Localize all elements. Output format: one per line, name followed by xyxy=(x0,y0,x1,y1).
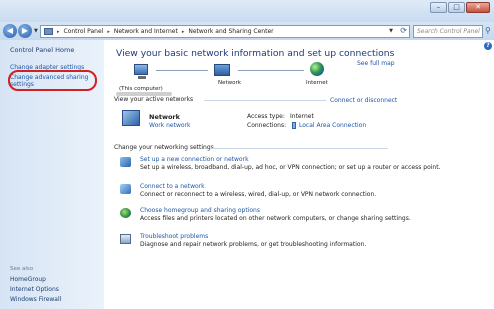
network-name: Network xyxy=(149,113,180,121)
change-networking-settings-label: Change your networking settings xyxy=(114,144,214,151)
homegroup-link[interactable]: HomeGroup xyxy=(10,276,46,283)
recent-pages-dropdown-icon[interactable]: ▼ xyxy=(34,28,38,34)
homegroup-icon xyxy=(120,208,131,218)
map-connection-line xyxy=(238,70,304,71)
windows-firewall-link[interactable]: Windows Firewall xyxy=(10,296,61,303)
task-description: Diagnose and repair network problems, or… xyxy=(140,241,367,248)
sidebar: Control Panel Home Change adapter settin… xyxy=(0,40,104,309)
task-description: Access files and printers located on oth… xyxy=(140,215,411,222)
network-icon xyxy=(214,64,230,76)
active-networks-label: View your active networks xyxy=(114,96,194,103)
map-connection-line xyxy=(156,70,208,71)
back-button[interactable]: ◀ xyxy=(3,24,17,38)
title-bar: – □ ✕ xyxy=(0,0,494,22)
breadcrumb-network-and-sharing-center[interactable]: Network and Sharing Center xyxy=(188,28,273,35)
network-location-link[interactable]: Work network xyxy=(149,122,190,129)
access-type-value: Internet xyxy=(290,113,314,120)
network-setup-icon xyxy=(120,157,131,167)
network-map-label: Network xyxy=(218,80,241,86)
highlight-circle xyxy=(8,70,97,91)
main-panel: ? View your basic network information an… xyxy=(104,40,494,309)
network-bench-icon xyxy=(122,110,140,126)
internet-map-label: Internet xyxy=(306,80,328,86)
internet-options-link[interactable]: Internet Options xyxy=(10,286,59,293)
breadcrumb-separator[interactable]: ▸ xyxy=(57,29,60,35)
refresh-icon[interactable]: ⟳ xyxy=(400,26,407,35)
control-panel-icon xyxy=(44,28,53,35)
set-up-connection-link[interactable]: Set up a new connection or network xyxy=(140,156,249,163)
see-also-label: See also xyxy=(10,266,34,272)
address-bar[interactable]: ▸ Control Panel ▸ Network and Internet ▸… xyxy=(40,25,410,38)
connect-network-icon xyxy=(120,184,131,194)
connect-to-network-link[interactable]: Connect to a network xyxy=(140,183,205,190)
this-computer-label: (This computer) xyxy=(119,86,163,92)
control-panel-home-link[interactable]: Control Panel Home xyxy=(10,46,74,54)
window-controls: – □ ✕ xyxy=(430,2,490,13)
section-divider xyxy=(210,148,388,149)
connect-or-disconnect-link[interactable]: Connect or disconnect xyxy=(330,97,397,104)
minimize-button[interactable]: – xyxy=(430,2,447,13)
computer-icon xyxy=(134,64,148,79)
ethernet-connection-icon xyxy=(292,122,296,129)
task-description: Connect or reconnect to a wireless, wire… xyxy=(140,191,377,198)
section-divider xyxy=(204,100,326,101)
breadcrumb-separator[interactable]: ▸ xyxy=(107,29,110,35)
search-icon[interactable]: ⚲ xyxy=(485,26,491,35)
page-title: View your basic network information and … xyxy=(116,48,395,59)
help-icon[interactable]: ? xyxy=(484,42,492,50)
forward-button[interactable]: ▶ xyxy=(18,24,32,38)
connections-label: Connections: xyxy=(247,122,287,129)
task-description: Set up a wireless, broadband, dial-up, a… xyxy=(140,164,441,171)
breadcrumb-control-panel[interactable]: Control Panel xyxy=(64,28,104,35)
search-input[interactable]: Search Control Panel xyxy=(413,25,483,38)
breadcrumb-network-and-internet[interactable]: Network and Internet xyxy=(114,28,178,35)
troubleshoot-problems-link[interactable]: Troubleshoot problems xyxy=(140,233,208,240)
address-dropdown-icon[interactable]: ▼ xyxy=(389,28,393,34)
troubleshoot-icon xyxy=(120,234,131,244)
navigation-bar: ◀ ▶ ▼ ▸ Control Panel ▸ Network and Inte… xyxy=(0,22,494,40)
see-full-map-link[interactable]: See full map xyxy=(357,60,395,67)
access-type-label: Access type: xyxy=(247,113,285,120)
breadcrumb-separator[interactable]: ▸ xyxy=(182,29,185,35)
internet-globe-icon xyxy=(310,62,324,76)
maximize-button[interactable]: □ xyxy=(448,2,465,13)
homegroup-sharing-options-link[interactable]: Choose homegroup and sharing options xyxy=(140,207,260,214)
close-button[interactable]: ✕ xyxy=(466,2,490,13)
local-area-connection-link[interactable]: Local Area Connection xyxy=(299,122,366,129)
